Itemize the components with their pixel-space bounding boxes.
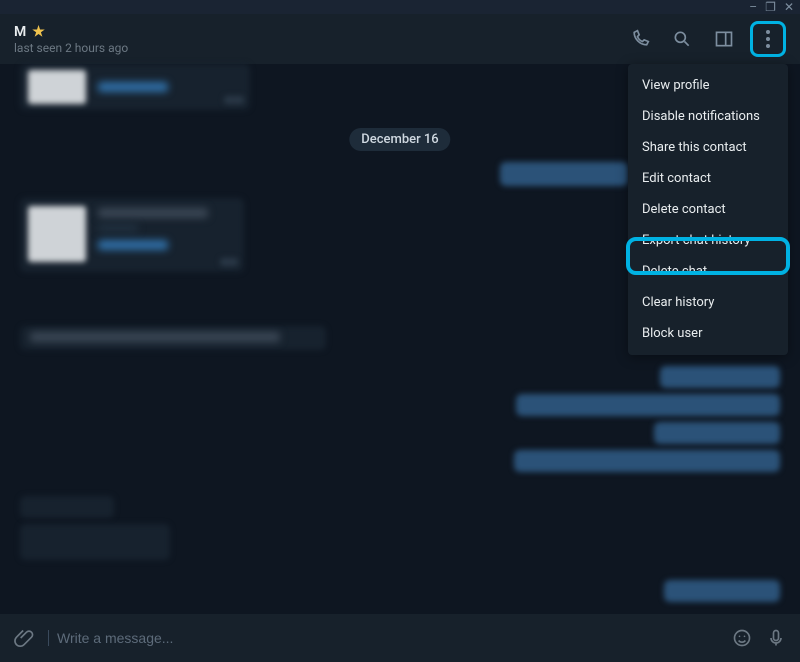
menu-clear-history[interactable]: Clear history [628,287,788,318]
menu-view-profile[interactable]: View profile [628,70,788,101]
header-actions [630,21,786,57]
message-time [224,96,244,104]
message-composer [0,614,800,662]
window-titlebar: – ❐ ✕ [0,0,800,14]
voice-button[interactable] [766,628,786,648]
message-attachment-thumb[interactable] [28,206,86,262]
message-outgoing[interactable] [516,394,780,416]
call-button[interactable] [630,29,650,49]
window-maximize-icon[interactable]: ❐ [765,1,776,13]
message-outgoing[interactable] [660,366,780,388]
paperclip-icon [14,628,34,648]
menu-edit-contact[interactable]: Edit contact [628,163,788,194]
message-outgoing[interactable] [500,162,628,186]
message-text [98,224,138,232]
contact-name: M [14,24,26,40]
chat-context-menu: View profile Disable notifications Share… [628,64,788,355]
message-outgoing[interactable] [664,580,780,602]
date-divider: December 16 [349,128,450,151]
message-outgoing[interactable] [654,422,780,444]
message-outgoing[interactable] [514,450,780,472]
menu-delete-chat[interactable]: Delete chat [628,256,788,287]
menu-disable-notifications[interactable]: Disable notifications [628,101,788,132]
panel-icon [714,29,734,49]
message-link [98,82,168,92]
contact-info[interactable]: M ★ last seen 2 hours ago [14,24,128,55]
message-attachment-thumb[interactable] [28,70,86,104]
more-button[interactable] [758,29,778,49]
search-icon [672,29,692,49]
attach-button[interactable] [14,628,34,648]
contact-name-row: M ★ [14,24,128,40]
chat-header: M ★ last seen 2 hours ago [0,14,800,64]
menu-share-contact[interactable]: Share this contact [628,132,788,163]
mic-icon [766,628,786,648]
menu-delete-contact[interactable]: Delete contact [628,194,788,225]
message-time [220,258,238,266]
phone-icon [630,29,650,49]
menu-block-user[interactable]: Block user [628,318,788,349]
message-link [98,240,168,250]
smile-icon [732,628,752,648]
message-input[interactable] [48,630,718,646]
message-incoming[interactable] [20,496,114,518]
sidebar-toggle-button[interactable] [714,29,734,49]
search-button[interactable] [672,29,692,49]
window-minimize-icon[interactable]: – [749,1,757,13]
window-close-icon[interactable]: ✕ [784,1,794,13]
emoji-button[interactable] [732,628,752,648]
message-text [98,208,208,218]
message-incoming[interactable] [20,524,170,560]
dots-icon [766,30,770,34]
more-button-highlight [750,21,786,57]
message-text [30,332,280,342]
star-icon: ★ [32,24,45,40]
menu-export-history[interactable]: Export chat history [628,225,788,256]
contact-status: last seen 2 hours ago [14,41,128,55]
